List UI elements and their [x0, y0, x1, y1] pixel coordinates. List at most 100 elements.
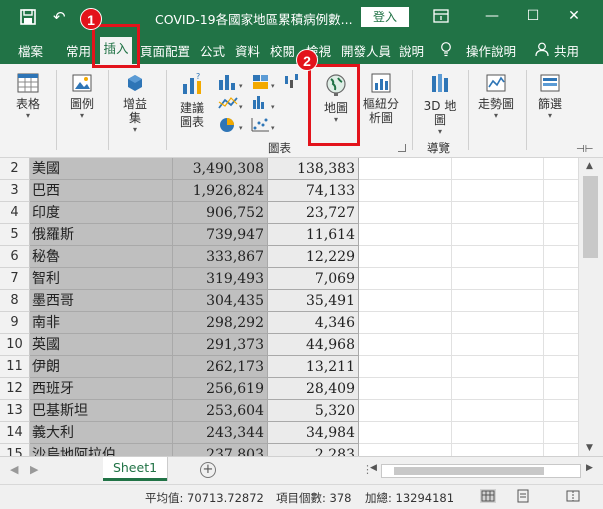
- tab-file[interactable]: 檔案: [18, 41, 43, 60]
- cell-country[interactable]: 美國: [30, 158, 173, 180]
- cell-cases[interactable]: 3,490,308: [173, 158, 268, 180]
- normal-view-icon[interactable]: [480, 489, 496, 503]
- cell-cases[interactable]: 262,173: [173, 356, 268, 378]
- row-header[interactable]: 15: [0, 444, 30, 456]
- cell-deaths[interactable]: 44,968: [268, 334, 359, 356]
- table-row[interactable]: 10 英國 291,373 44,968: [0, 334, 578, 356]
- table-row[interactable]: 14 義大利 243,344 34,984: [0, 422, 578, 444]
- table-row[interactable]: 13 巴基斯坦 253,604 5,320: [0, 400, 578, 422]
- cell-country[interactable]: 墨西哥: [30, 290, 173, 312]
- filters-button[interactable]: 篩選 ▾: [534, 72, 566, 121]
- row-header[interactable]: 8: [0, 290, 30, 312]
- cell-cases[interactable]: 739,947: [173, 224, 268, 246]
- scroll-thumb[interactable]: [583, 176, 598, 258]
- cell-deaths[interactable]: 35,491: [268, 290, 359, 312]
- save-icon[interactable]: [20, 9, 36, 25]
- table-row[interactable]: 2 美國 3,490,308 138,383: [0, 158, 578, 180]
- row-header[interactable]: 3: [0, 180, 30, 202]
- cell-cases[interactable]: 333,867: [173, 246, 268, 268]
- person-icon[interactable]: [535, 42, 549, 57]
- cell-cases[interactable]: 319,493: [173, 268, 268, 290]
- page-layout-view-icon[interactable]: [515, 489, 531, 503]
- tell-me-search[interactable]: 操作說明: [466, 41, 516, 60]
- table-row[interactable]: 12 西班牙 256,619 28,409: [0, 378, 578, 400]
- cell-deaths[interactable]: 2,283: [268, 444, 359, 456]
- scroll-right-icon[interactable]: ▶: [586, 463, 593, 473]
- add-sheet-icon[interactable]: +: [200, 462, 216, 478]
- row-header[interactable]: 2: [0, 158, 30, 180]
- cell-cases[interactable]: 1,926,824: [173, 180, 268, 202]
- tab-page-layout[interactable]: 頁面配置: [140, 41, 190, 60]
- cell-empty[interactable]: [359, 180, 578, 202]
- cell-empty[interactable]: [359, 444, 578, 456]
- cell-deaths[interactable]: 74,133: [268, 180, 359, 202]
- row-header[interactable]: 12: [0, 378, 30, 400]
- cell-empty[interactable]: [359, 312, 578, 334]
- cell-country[interactable]: 巴西: [30, 180, 173, 202]
- row-header[interactable]: 4: [0, 202, 30, 224]
- cell-country[interactable]: 義大利: [30, 422, 173, 444]
- worksheet-grid[interactable]: 2 美國 3,490,308 138,383 3 巴西 1,926,824 74,133 4 印度…: [0, 158, 578, 456]
- row-header[interactable]: 6: [0, 246, 30, 268]
- maximize-icon[interactable]: ☐: [523, 6, 543, 26]
- cell-country[interactable]: 西班牙: [30, 378, 173, 400]
- cell-deaths[interactable]: 13,211: [268, 356, 359, 378]
- table-row[interactable]: 7 智利 319,493 7,069: [0, 268, 578, 290]
- sheet-prev-icon[interactable]: ◀: [10, 463, 18, 476]
- cell-deaths[interactable]: 11,614: [268, 224, 359, 246]
- cell-empty[interactable]: [359, 224, 578, 246]
- lightbulb-icon[interactable]: [440, 42, 452, 57]
- cell-empty[interactable]: [359, 158, 578, 180]
- pin-ribbon-icon[interactable]: ⊣⊢: [576, 144, 593, 155]
- scroll-left-icon[interactable]: ◀: [370, 463, 377, 473]
- dialog-launcher-icon[interactable]: [398, 144, 406, 152]
- cell-cases[interactable]: 243,344: [173, 422, 268, 444]
- scroll-up-icon[interactable]: ▲: [586, 161, 593, 171]
- table-row[interactable]: 9 南非 298,292 4,346: [0, 312, 578, 334]
- cell-empty[interactable]: [359, 290, 578, 312]
- share-button[interactable]: 共用: [554, 41, 579, 60]
- sparklines-button[interactable]: 走勢圖 ▾: [474, 72, 518, 121]
- cell-empty[interactable]: [359, 246, 578, 268]
- cell-deaths[interactable]: 12,229: [268, 246, 359, 268]
- row-header[interactable]: 14: [0, 422, 30, 444]
- cell-country[interactable]: 伊朗: [30, 356, 173, 378]
- cell-country[interactable]: 印度: [30, 202, 173, 224]
- cell-cases[interactable]: 237,803: [173, 444, 268, 456]
- row-header[interactable]: 9: [0, 312, 30, 334]
- sheet-next-icon[interactable]: ▶: [30, 463, 38, 476]
- table-row[interactable]: 8 墨西哥 304,435 35,491: [0, 290, 578, 312]
- tab-review[interactable]: 校閱: [270, 41, 295, 60]
- cell-country[interactable]: 俄羅斯: [30, 224, 173, 246]
- tab-developer[interactable]: 開發人員: [341, 41, 391, 60]
- cell-country[interactable]: 沙烏地阿拉伯: [30, 444, 173, 456]
- recommended-charts-button[interactable]: ? 建議圖表: [172, 72, 212, 129]
- cell-cases[interactable]: 291,373: [173, 334, 268, 356]
- cell-empty[interactable]: [359, 378, 578, 400]
- cell-empty[interactable]: [359, 422, 578, 444]
- illustrations-button[interactable]: 圖例 ▾: [66, 72, 98, 121]
- cell-deaths[interactable]: 4,346: [268, 312, 359, 334]
- cell-country[interactable]: 智利: [30, 268, 173, 290]
- table-row[interactable]: 4 印度 906,752 23,727: [0, 202, 578, 224]
- horizontal-scrollbar[interactable]: [381, 464, 581, 478]
- sheet-tab-sheet1[interactable]: Sheet1: [103, 457, 167, 481]
- close-icon[interactable]: ✕: [564, 6, 584, 26]
- cell-deaths[interactable]: 138,383: [268, 158, 359, 180]
- cell-cases[interactable]: 298,292: [173, 312, 268, 334]
- row-header[interactable]: 7: [0, 268, 30, 290]
- 3d-map-button[interactable]: 3D 地圖 ▾: [420, 72, 460, 137]
- table-row[interactable]: 3 巴西 1,926,824 74,133: [0, 180, 578, 202]
- cell-deaths[interactable]: 23,727: [268, 202, 359, 224]
- row-header[interactable]: 11: [0, 356, 30, 378]
- cell-empty[interactable]: [359, 202, 578, 224]
- cell-deaths[interactable]: 5,320: [268, 400, 359, 422]
- table-row[interactable]: 15 沙烏地阿拉伯 237,803 2,283: [0, 444, 578, 456]
- minimize-icon[interactable]: —: [482, 6, 502, 26]
- table-row[interactable]: 6 秘魯 333,867 12,229: [0, 246, 578, 268]
- row-header[interactable]: 10: [0, 334, 30, 356]
- cell-cases[interactable]: 253,604: [173, 400, 268, 422]
- tab-help[interactable]: 說明: [399, 41, 424, 60]
- cell-deaths[interactable]: 7,069: [268, 268, 359, 290]
- cell-empty[interactable]: [359, 356, 578, 378]
